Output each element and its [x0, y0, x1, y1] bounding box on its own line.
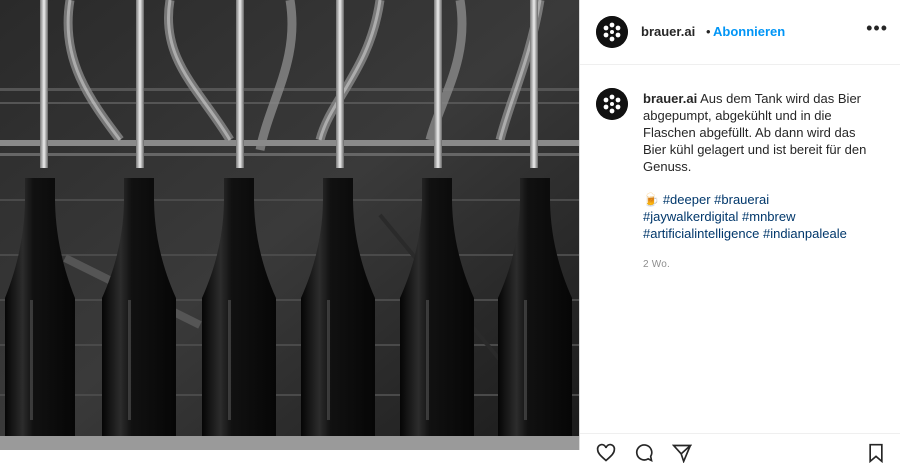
header-username[interactable]: brauer.ai — [641, 24, 695, 39]
post-sidebar: brauer.ai • Abonnieren ••• brauer.ai Aus… — [580, 0, 900, 463]
hashtag[interactable]: #deeper — [663, 192, 711, 207]
hashtag-list: 🍺 #deeper #brauerai #jaywalkerdigital #m… — [643, 191, 875, 242]
comment-icon[interactable] — [634, 443, 654, 463]
post-caption: brauer.ai Aus dem Tank wird das Bier abg… — [643, 90, 875, 242]
follow-button[interactable]: Abonnieren — [713, 24, 785, 39]
more-icon[interactable]: ••• — [866, 18, 888, 39]
avatar[interactable] — [596, 16, 628, 48]
beer-emoji: 🍺 — [643, 192, 660, 207]
action-bar — [580, 433, 900, 463]
hashtag[interactable]: #artificialintelligence — [643, 226, 759, 241]
heart-icon[interactable] — [596, 443, 616, 463]
caption-avatar[interactable] — [596, 88, 628, 120]
brand-logo-icon — [596, 88, 628, 120]
instagram-post: brauer.ai • Abonnieren ••• brauer.ai Aus… — [0, 0, 900, 463]
post-photo[interactable] — [0, 0, 579, 450]
post-timestamp[interactable]: 2 Wo. — [643, 259, 670, 270]
bottles-image — [0, 0, 579, 450]
header-separator: • — [706, 24, 711, 39]
hashtag[interactable]: #brauerai — [714, 192, 769, 207]
hashtag[interactable]: #indianpaleale — [763, 226, 847, 241]
bookmark-icon[interactable] — [866, 443, 886, 463]
caption-username[interactable]: brauer.ai — [643, 91, 697, 106]
share-icon[interactable] — [672, 443, 692, 463]
hashtag[interactable]: #mnbrew — [742, 209, 795, 224]
hashtag[interactable]: #jaywalkerdigital — [643, 209, 738, 224]
post-header: brauer.ai • Abonnieren ••• — [580, 0, 900, 65]
brand-logo-icon — [596, 16, 628, 48]
